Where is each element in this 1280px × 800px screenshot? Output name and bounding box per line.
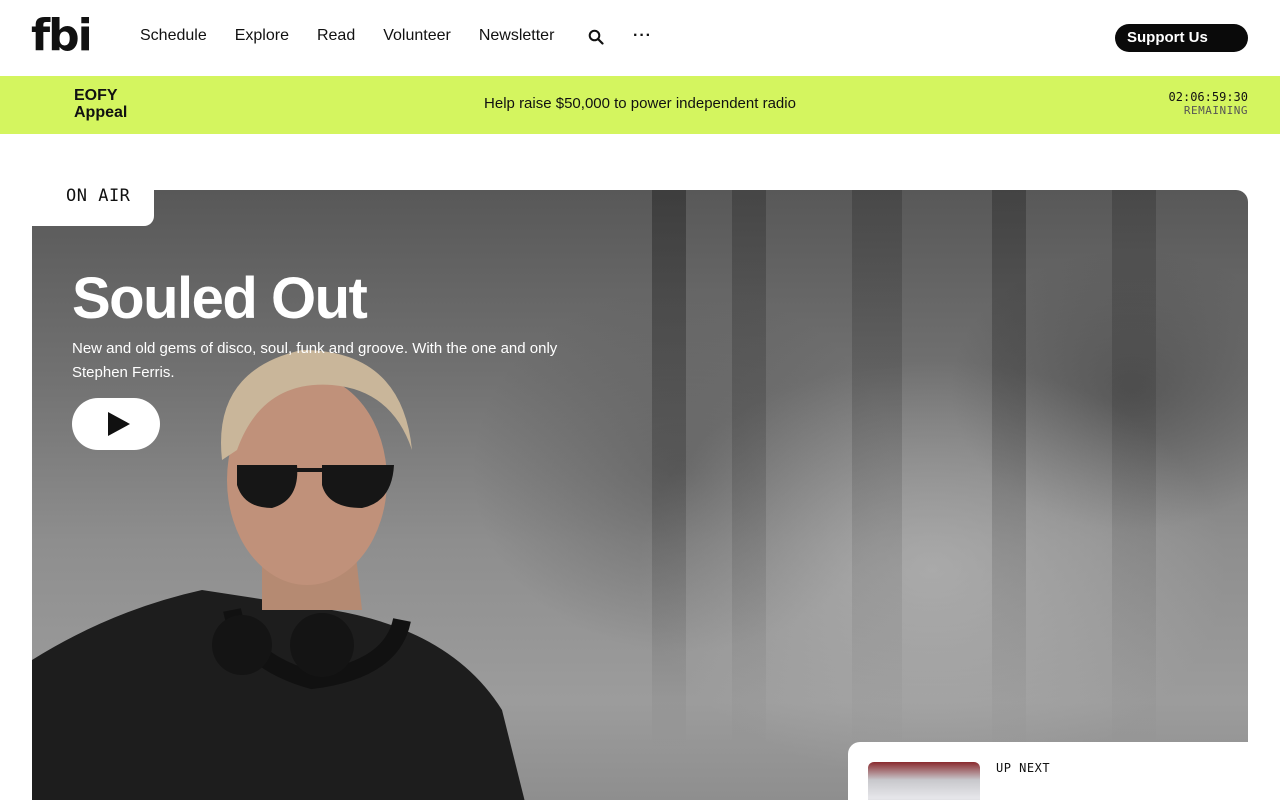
appeal-message: Help raise $50,000 to power independent … bbox=[484, 95, 796, 112]
nav-explore[interactable]: Explore bbox=[235, 26, 289, 46]
appeal-countdown: 02:06:59:30 REMAINING bbox=[1168, 90, 1248, 118]
play-icon bbox=[108, 412, 130, 436]
search-icon[interactable] bbox=[588, 29, 604, 45]
up-next-card[interactable]: UP NEXT bbox=[848, 742, 1268, 800]
countdown-time: 02:06:59:30 bbox=[1168, 90, 1248, 104]
up-next-label: UP NEXT bbox=[996, 761, 1051, 775]
wall-streak bbox=[852, 190, 902, 750]
nav-volunteer[interactable]: Volunteer bbox=[383, 26, 451, 46]
wall-streak bbox=[732, 190, 766, 750]
nav-schedule[interactable]: Schedule bbox=[140, 26, 207, 46]
support-us-button[interactable]: Support Us bbox=[1115, 24, 1248, 52]
eofy-appeal-banner[interactable]: EOFY Appeal Help raise $50,000 to power … bbox=[0, 76, 1280, 134]
site-header: fbi Schedule Explore Read Volunteer News… bbox=[0, 0, 1280, 76]
play-button[interactable] bbox=[72, 398, 160, 450]
fbi-logo[interactable]: fbi bbox=[31, 12, 93, 60]
main-nav: Schedule Explore Read Volunteer Newslett… bbox=[140, 26, 554, 46]
wall-streak bbox=[1112, 190, 1156, 750]
nav-newsletter[interactable]: Newsletter bbox=[479, 26, 555, 46]
show-title[interactable]: Souled Out bbox=[72, 266, 368, 332]
wall-streak bbox=[652, 190, 686, 750]
countdown-label: REMAINING bbox=[1183, 104, 1248, 117]
show-description: New and old gems of disco, soul, funk an… bbox=[72, 340, 558, 381]
on-air-label: ON AIR bbox=[66, 186, 131, 206]
up-next-thumbnail[interactable] bbox=[868, 762, 980, 800]
more-menu-icon[interactable]: ··· bbox=[633, 26, 652, 46]
nav-read[interactable]: Read bbox=[317, 26, 355, 46]
wall-streak bbox=[992, 190, 1026, 750]
